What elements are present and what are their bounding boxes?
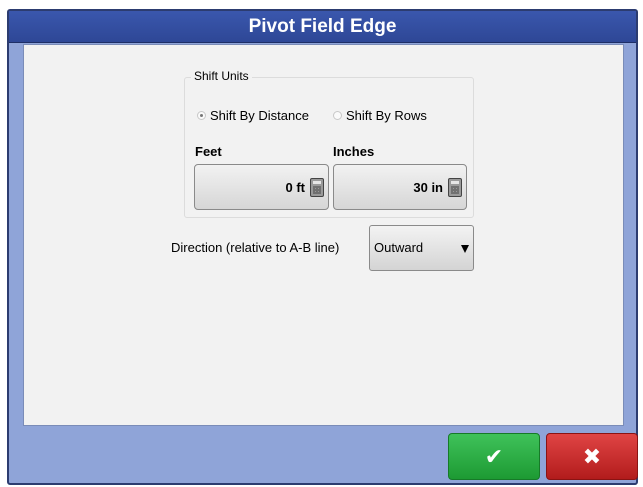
inches-label: Inches bbox=[333, 144, 375, 159]
pivot-field-edge-dialog: Pivot Field Edge Shift Units Shift By Di… bbox=[7, 9, 638, 485]
feet-label: Feet bbox=[195, 144, 222, 159]
radio-unselected-icon bbox=[333, 111, 342, 120]
direction-dropdown[interactable]: Outward bbox=[369, 225, 474, 271]
feet-input[interactable]: 0 ft bbox=[194, 164, 329, 210]
dialog-title: Pivot Field Edge bbox=[9, 11, 636, 43]
shift-units-group: Shift Units Shift By Distance Shift By R… bbox=[184, 69, 474, 218]
radio-selected-icon bbox=[197, 111, 206, 120]
dialog-content: Shift Units Shift By Distance Shift By R… bbox=[23, 44, 624, 426]
dropdown-arrow-icon bbox=[461, 245, 469, 253]
inches-value: 30 in bbox=[413, 179, 443, 195]
inches-input[interactable]: 30 in bbox=[333, 164, 467, 210]
checkmark-icon: ✔ bbox=[484, 443, 504, 469]
shift-by-distance-radio[interactable]: Shift By Distance bbox=[197, 108, 309, 123]
close-icon: ✖ bbox=[582, 443, 602, 469]
shift-by-rows-label: Shift By Rows bbox=[346, 108, 427, 123]
direction-label: Direction (relative to A-B line) bbox=[171, 240, 340, 255]
cancel-button[interactable]: ✖ bbox=[546, 433, 638, 480]
calculator-icon bbox=[448, 177, 462, 197]
shift-units-title: Shift Units bbox=[191, 69, 252, 83]
calculator-icon bbox=[310, 177, 324, 197]
shift-by-distance-label: Shift By Distance bbox=[210, 108, 309, 123]
ok-button[interactable]: ✔ bbox=[448, 433, 540, 480]
shift-by-rows-radio[interactable]: Shift By Rows bbox=[333, 108, 427, 123]
feet-value: 0 ft bbox=[285, 179, 306, 195]
direction-value: Outward bbox=[374, 240, 424, 255]
